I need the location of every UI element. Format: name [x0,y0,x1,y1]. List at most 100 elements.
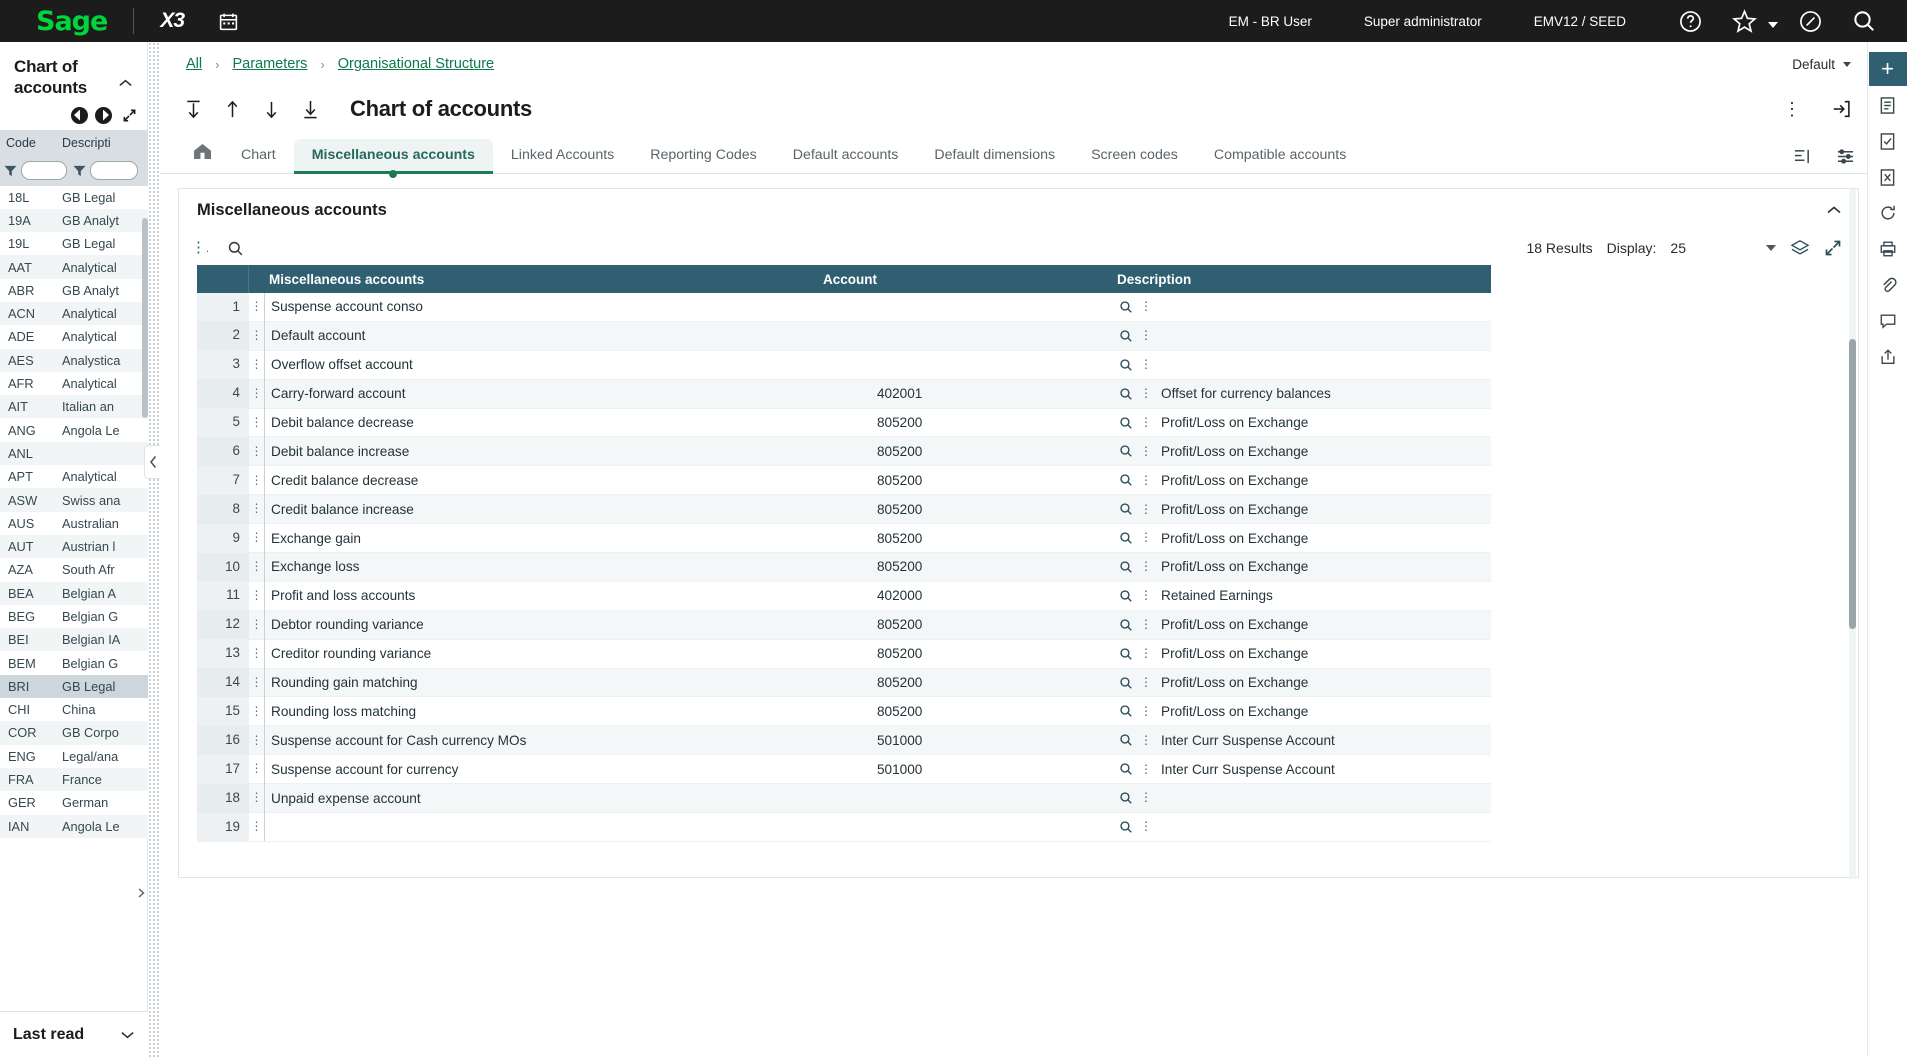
previous-record-icon[interactable] [71,106,88,124]
table-row[interactable]: 1 ⋮ Suspense account conso ⋮ [197,292,1491,322]
drag-handle-icon[interactable]: ⋮ [249,812,265,842]
table-cell-description[interactable]: Profit/Loss on Exchange [1157,415,1491,430]
kebab-menu-icon[interactable]: ⋮ [1140,589,1152,601]
search-icon[interactable] [227,240,244,257]
chevron-down-icon[interactable] [1766,245,1776,251]
table-cell-description[interactable]: Profit/Loss on Exchange [1157,531,1491,546]
left-panel-row[interactable]: ENG Legal/ana [0,744,148,768]
filter-icon-description[interactable] [69,165,88,177]
kebab-menu-icon[interactable]: ⋮ [1140,502,1152,514]
kebab-menu-icon[interactable]: ⋮ [1140,474,1152,486]
table-cell-account[interactable]: 805200 [823,531,1113,546]
kebab-menu-icon[interactable]: ⋮ [1140,705,1152,717]
magnifier-icon[interactable] [1119,358,1133,372]
expand-icon[interactable] [122,108,137,123]
magnifier-icon[interactable] [1119,704,1133,718]
table-row[interactable]: 9 ⋮ Exchange gain 805200 ⋮ Profit/Loss on Exc… [197,523,1491,554]
table-row[interactable]: 7 ⋮ Credit balance decrease 805200 ⋮ Profit/L… [197,465,1491,496]
table-cell-miscellaneous-account[interactable]: Debtor rounding variance [265,617,823,632]
kebab-menu-icon[interactable]: ⋮ [1140,618,1152,630]
go-to-first-icon[interactable] [184,99,203,120]
print-icon[interactable] [1869,232,1907,266]
chevron-up-icon[interactable] [118,78,133,88]
left-filter-description-input[interactable] [90,161,138,180]
magnifier-icon[interactable] [1119,618,1133,632]
table-cell-account[interactable]: 805200 [823,444,1113,459]
kebab-menu-icon[interactable]: ⋮. [191,241,209,255]
tab-screen-codes[interactable]: Screen codes [1073,139,1196,173]
table-cell-miscellaneous-account[interactable]: Rounding gain matching [265,675,823,690]
left-panel-row[interactable]: ANL [0,441,148,466]
layers-icon[interactable] [1790,239,1810,257]
drag-handle-icon[interactable]: ⋮ [249,379,265,409]
table-cell-description[interactable]: Profit/Loss on Exchange [1157,502,1491,517]
left-panel-row[interactable]: ANG Angola Le [0,418,148,442]
table-cell-account[interactable]: 501000 [823,733,1113,748]
magnifier-icon[interactable] [1119,444,1133,458]
magnifier-icon[interactable] [1119,676,1133,690]
drag-handle-icon[interactable]: ⋮ [249,610,265,640]
drag-handle-icon[interactable]: ⋮ [249,436,265,466]
left-panel-row[interactable]: AIT Italian an [0,395,148,419]
table-cell-account[interactable]: 501000 [823,762,1113,777]
role-label[interactable]: Super administrator [1364,14,1482,29]
table-cell-description[interactable]: Profit/Loss on Exchange [1157,675,1491,690]
drag-handle-icon[interactable]: ⋮ [249,350,265,380]
left-panel-row[interactable]: BRI GB Legal [0,674,148,699]
document-icon[interactable] [1869,88,1907,122]
star-icon[interactable] [1731,8,1758,35]
magnifier-icon[interactable] [1119,560,1133,574]
table-cell-account[interactable]: 805200 [823,473,1113,488]
table-cell-miscellaneous-account[interactable]: Suspense account for currency [265,762,823,777]
left-panel-row[interactable]: FRA France [0,767,148,792]
left-panel-row[interactable]: BEG Belgian G [0,604,148,629]
table-cell-miscellaneous-account[interactable]: Credit balance decrease [265,473,823,488]
table-cell-account[interactable]: 805200 [823,675,1113,690]
table-cell-miscellaneous-account[interactable]: Credit balance increase [265,502,823,517]
table-cell-miscellaneous-account[interactable]: Rounding loss matching [265,704,823,719]
magnifier-icon[interactable] [1119,473,1133,487]
kebab-menu-icon[interactable]: ⋮ [1140,734,1152,746]
kebab-menu-icon[interactable]: ⋮ [1140,358,1152,370]
table-cell-miscellaneous-account[interactable]: Exchange gain [265,531,823,546]
chevron-up-icon[interactable] [1826,205,1842,215]
list-view-icon[interactable] [1793,148,1812,165]
close-box-icon[interactable] [1869,160,1907,194]
sage-logo[interactable]: Sage [36,6,108,37]
table-cell-miscellaneous-account[interactable]: Debit balance decrease [265,415,823,430]
add-icon[interactable]: + [1868,52,1907,86]
table-row[interactable]: 19 ⋮ ⋮ [197,812,1491,842]
kebab-menu-icon[interactable]: ⋮ [1140,647,1152,659]
drag-handle-icon[interactable]: ⋮ [249,523,265,553]
favorites-chevron-down-icon[interactable] [1768,22,1778,28]
magnifier-icon[interactable] [1119,531,1133,545]
left-panel-row[interactable]: 18L GB Legal [0,185,148,209]
table-cell-description[interactable]: Profit/Loss on Exchange [1157,617,1491,632]
table-cell-miscellaneous-account[interactable]: Suspense account for Cash currency MOs [265,733,823,748]
table-row[interactable]: 2 ⋮ Default account ⋮ [197,321,1491,351]
tab-chart[interactable]: Chart [223,139,294,173]
table-cell-miscellaneous-account[interactable]: Overflow offset account [265,357,823,372]
drag-handle-icon[interactable]: ⋮ [249,696,265,726]
table-row[interactable]: 12 ⋮ Debtor rounding variance 805200 ⋮ Profit… [197,610,1491,640]
left-panel-row[interactable]: APT Analytical [0,465,148,489]
left-panel-row[interactable]: AUT Austrian l [0,534,148,559]
kebab-menu-icon[interactable]: ⋮ [1140,676,1152,688]
kebab-menu-icon[interactable]: ⋮ [1140,387,1152,399]
table-cell-miscellaneous-account[interactable]: Exchange loss [265,559,823,574]
left-panel-row[interactable]: 19L GB Legal [0,232,148,256]
magnifier-icon[interactable] [1119,329,1133,343]
table-cell-account[interactable]: 402001 [823,386,1113,401]
search-icon[interactable] [1851,8,1877,34]
table-cell-miscellaneous-account[interactable]: Debit balance increase [265,444,823,459]
table-cell-description[interactable]: Inter Curr Suspense Account [1157,762,1491,777]
left-panel-row[interactable]: GER German [0,791,148,815]
left-panel-row[interactable]: AZA South Afr [0,558,148,582]
magnifier-icon[interactable] [1119,589,1133,603]
drag-handle-icon[interactable]: ⋮ [249,494,265,524]
drag-handle-icon[interactable]: ⋮ [249,408,265,437]
drag-handle-icon[interactable]: ⋮ [249,321,265,351]
table-cell-description[interactable]: Inter Curr Suspense Account [1157,733,1491,748]
attachment-icon[interactable] [1869,268,1907,302]
breadcrumb-item-organisational-structure[interactable]: Organisational Structure [338,56,494,72]
